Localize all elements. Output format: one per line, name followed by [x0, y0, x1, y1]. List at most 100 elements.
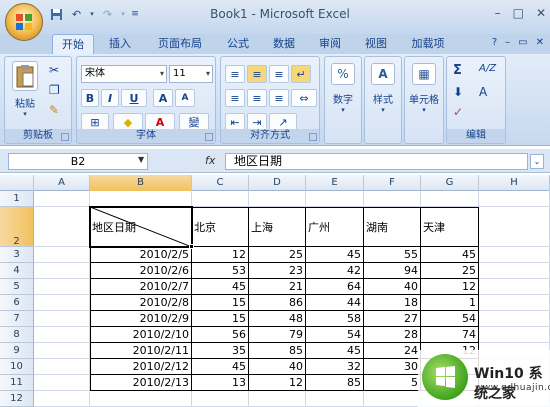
paste-button[interactable]: 粘贴 ▾ — [9, 61, 41, 118]
font-size-combo[interactable]: 11 ▾ — [169, 65, 213, 83]
find-select-icon[interactable]: A — [479, 85, 487, 99]
value-cell[interactable]: 44 — [306, 296, 363, 310]
column-header-f[interactable]: F — [364, 175, 421, 191]
value-cell[interactable]: 54 — [306, 328, 363, 342]
dropdown-arrow-icon[interactable]: ▾ — [119, 6, 127, 23]
value-cell[interactable]: 15 — [192, 296, 248, 310]
align-bottom-icon[interactable]: ≡ — [269, 65, 289, 83]
row-header-10[interactable]: 10 — [0, 359, 34, 375]
value-cell[interactable]: 45 — [421, 248, 478, 262]
value-cell[interactable]: 45 — [192, 360, 248, 374]
value-cell[interactable]: 1 — [421, 296, 478, 310]
column-header-e[interactable]: E — [306, 175, 364, 191]
value-cell[interactable]: 12 — [192, 248, 248, 262]
clear-icon[interactable]: ✓ — [453, 105, 463, 119]
row-header-9[interactable]: 9 — [0, 343, 34, 359]
tab-data[interactable]: 数据 — [266, 34, 302, 54]
insert-function-icon[interactable]: fx — [205, 154, 215, 167]
help-icon[interactable]: ? — [492, 37, 497, 48]
sort-filter-icon[interactable]: A/Z — [479, 63, 496, 74]
shrink-font-button[interactable]: A — [175, 89, 195, 107]
redo-icon[interactable]: ↷ — [99, 6, 116, 23]
minimize-icon[interactable]: – — [505, 37, 510, 48]
number-format-button[interactable]: % 数字 ▾ — [328, 63, 358, 114]
undo-icon[interactable]: ↶ — [68, 6, 85, 23]
font-name-combo[interactable]: 宋体 ▾ — [81, 65, 167, 83]
value-cell[interactable]: 45 — [306, 248, 363, 262]
align-left-icon[interactable]: ≡ — [225, 89, 245, 107]
value-cell[interactable]: 12 — [421, 280, 478, 294]
dropdown-arrow-icon[interactable]: ▾ — [88, 6, 96, 23]
value-cell[interactable]: 42 — [306, 264, 363, 278]
table-header-corner[interactable]: 地区日期 — [92, 221, 136, 235]
row-header-2[interactable]: 2 — [0, 207, 34, 247]
value-cell[interactable]: 23 — [249, 264, 305, 278]
format-painter-icon[interactable]: ✎ — [49, 103, 59, 117]
align-top-icon[interactable]: ≡ — [225, 65, 245, 83]
tab-insert[interactable]: 插入 — [102, 34, 138, 54]
table-header-cell[interactable]: 湖南 — [366, 221, 388, 235]
value-cell[interactable]: 45 — [192, 280, 248, 294]
value-cell[interactable]: 40 — [249, 360, 305, 374]
column-header-d[interactable]: D — [249, 175, 306, 191]
row-header-3[interactable]: 3 — [0, 247, 34, 263]
row-header-1[interactable]: 1 — [0, 191, 34, 207]
value-cell[interactable]: 15 — [192, 312, 248, 326]
date-cell[interactable]: 2010/2/11 — [90, 344, 191, 358]
row-header-6[interactable]: 6 — [0, 295, 34, 311]
close-icon[interactable]: ✕ — [536, 37, 544, 48]
chevron-down-icon[interactable]: ▼ — [138, 155, 144, 164]
autosum-icon[interactable]: Σ — [453, 63, 462, 78]
copy-icon[interactable]: ❐ — [49, 83, 60, 97]
customize-qat-icon[interactable]: ≡ — [130, 6, 140, 23]
value-cell[interactable]: 85 — [306, 376, 363, 390]
value-cell[interactable]: 30 — [364, 360, 420, 374]
value-cell[interactable]: 79 — [249, 328, 305, 342]
align-middle-icon[interactable]: ≡ — [247, 65, 267, 83]
underline-button[interactable]: U — [121, 89, 147, 107]
value-cell[interactable]: 25 — [249, 248, 305, 262]
date-cell[interactable]: 2010/2/9 — [90, 312, 191, 326]
value-cell[interactable]: 27 — [364, 312, 420, 326]
row-header-4[interactable]: 4 — [0, 263, 34, 279]
value-cell[interactable]: 5 — [364, 376, 420, 390]
tab-review[interactable]: 审阅 — [312, 34, 348, 54]
maximize-button[interactable]: □ — [513, 6, 524, 20]
value-cell[interactable]: 25 — [421, 264, 478, 278]
tab-view[interactable]: 视图 — [358, 34, 394, 54]
row-header-12[interactable]: 12 — [0, 391, 34, 407]
date-cell[interactable]: 2010/2/6 — [90, 264, 191, 278]
value-cell[interactable]: 28 — [364, 328, 420, 342]
value-cell[interactable]: 35 — [192, 344, 248, 358]
close-button[interactable]: ✕ — [536, 6, 546, 20]
tab-page-layout[interactable]: 页面布局 — [150, 34, 210, 54]
dialog-launcher-icon[interactable] — [61, 133, 69, 141]
tab-formulas[interactable]: 公式 — [220, 34, 256, 54]
column-header-b[interactable]: B — [90, 175, 192, 191]
value-cell[interactable]: 85 — [249, 344, 305, 358]
value-cell[interactable]: 24 — [364, 344, 420, 358]
column-header-h[interactable]: H — [479, 175, 550, 191]
value-cell[interactable]: 13 — [192, 376, 248, 390]
row-header-11[interactable]: 11 — [0, 375, 34, 391]
value-cell[interactable]: 21 — [249, 280, 305, 294]
save-icon[interactable] — [48, 6, 65, 23]
dialog-launcher-icon[interactable] — [309, 133, 317, 141]
table-header-cell[interactable]: 广州 — [308, 221, 330, 235]
date-cell[interactable]: 2010/2/8 — [90, 296, 191, 310]
dialog-launcher-icon[interactable] — [205, 133, 213, 141]
value-cell[interactable]: 55 — [364, 248, 420, 262]
office-button[interactable] — [5, 3, 43, 41]
table-header-cell[interactable]: 上海 — [251, 221, 273, 235]
value-cell[interactable]: 40 — [364, 280, 420, 294]
table-header-cell[interactable]: 天津 — [423, 221, 445, 235]
fill-icon[interactable]: ⬇ — [453, 85, 463, 99]
value-cell[interactable]: 54 — [421, 312, 478, 326]
row-header-5[interactable]: 5 — [0, 279, 34, 295]
expand-formula-bar-icon[interactable]: ⌄ — [530, 154, 544, 169]
grow-font-button[interactable]: A — [153, 89, 173, 107]
wrap-text-icon[interactable]: ↵ — [291, 65, 311, 83]
row-header-8[interactable]: 8 — [0, 327, 34, 343]
cut-icon[interactable]: ✂ — [49, 63, 59, 77]
align-right-icon[interactable]: ≡ — [269, 89, 289, 107]
